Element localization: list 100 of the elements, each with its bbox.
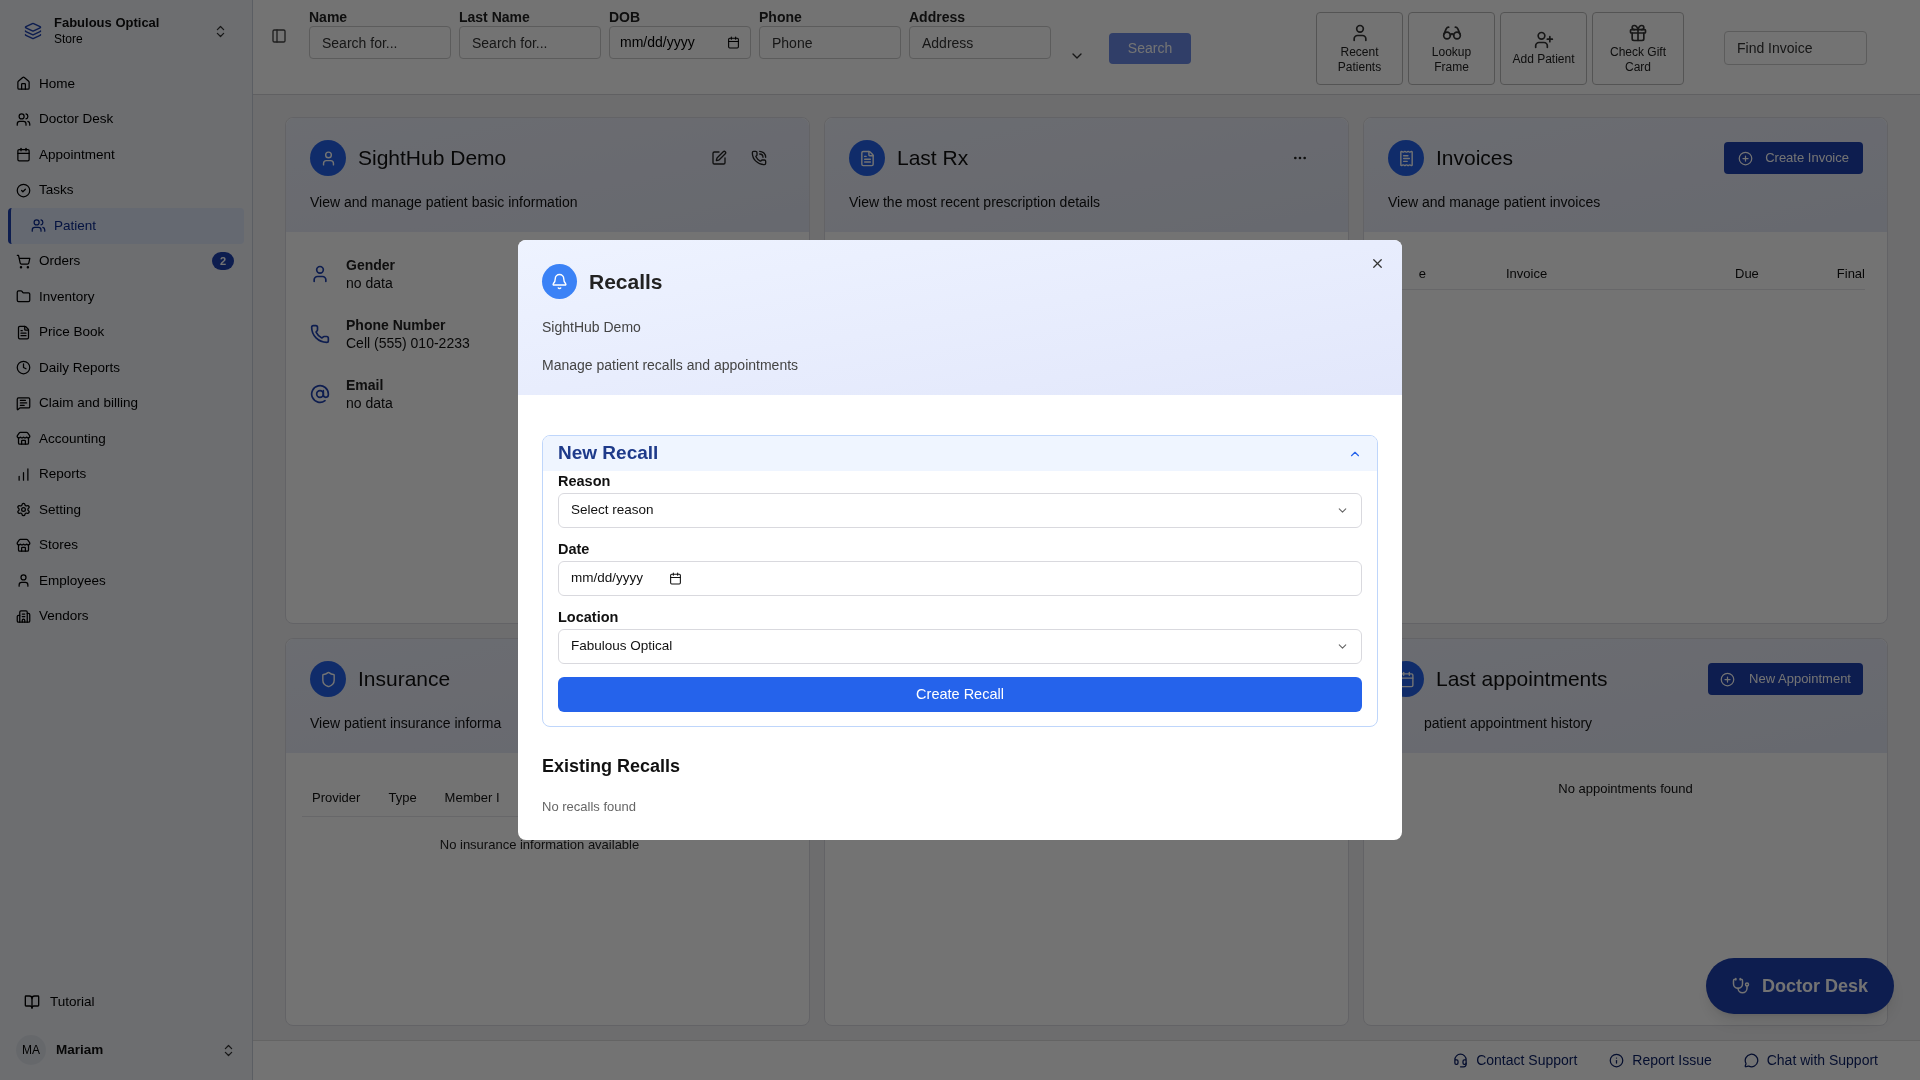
card-description: View and manage patient invoices [1388, 194, 1601, 210]
sidebar-item[interactable]: Orders 2 [8, 243, 244, 279]
phone-icon [310, 324, 330, 344]
footer-link[interactable]: Chat with Support [1743, 1050, 1878, 1071]
phone-icon[interactable] [751, 150, 767, 166]
card-description: View and manage patient basic information [310, 194, 578, 210]
at-sign-icon [310, 384, 330, 404]
sidebar-item[interactable]: Price Book [8, 314, 244, 350]
chat-icon [16, 395, 31, 411]
quick-action-button[interactable]: Check Gift Card [1592, 12, 1684, 85]
receipt-icon [1388, 140, 1424, 176]
bar-chart-icon [16, 466, 31, 482]
find-invoice-field[interactable]: Find Invoice [1724, 31, 1867, 65]
footer-link[interactable]: Contact Support [1453, 1050, 1578, 1071]
field-label: DOB [609, 8, 642, 26]
search-field[interactable]: Address [909, 26, 1051, 59]
card-title: Last appointments [1436, 666, 1609, 693]
field-value: no data [346, 394, 393, 412]
footer-link[interactable]: Report Issue [1609, 1050, 1712, 1071]
column-header: e [1417, 264, 1426, 283]
check-circle-icon [16, 182, 31, 198]
sidebar-item[interactable]: Vendors [8, 598, 244, 634]
new-appointment-button[interactable]: New Appointment [1708, 663, 1863, 695]
search-field[interactable]: Search for... [459, 26, 601, 59]
search-field[interactable]: Phone [759, 26, 901, 59]
book-icon [24, 994, 40, 1010]
edit-icon[interactable] [711, 150, 727, 166]
field-value: Cell (555) 010-2233 [346, 334, 470, 352]
users-icon [31, 218, 46, 234]
field-label: Name [309, 8, 349, 26]
sidebar-item[interactable]: Setting [8, 492, 244, 528]
date-field[interactable]: mm/dd/yyyy [609, 26, 751, 59]
column-header: Provider [312, 788, 361, 807]
create-invoice-button[interactable]: Create Invoice [1724, 142, 1863, 174]
card-title: SightHub Demo [358, 145, 508, 172]
card-title: Last Rx [897, 145, 970, 172]
sidebar-item[interactable]: Appointment [8, 137, 244, 173]
field-value: no data [346, 274, 394, 292]
plus-icon [1738, 150, 1754, 166]
sidebar-item[interactable]: Patient [8, 208, 244, 244]
info-icon [1609, 1053, 1625, 1068]
patient-name: SightHub Demo [542, 319, 641, 335]
search-field[interactable]: Search for... [309, 26, 451, 59]
location-select[interactable]: Fabulous Optical [558, 629, 1362, 664]
dialog-description: Manage patient recalls and appointments [542, 357, 799, 373]
card-description: View the most recent prescription details [849, 194, 1101, 210]
bell-icon [542, 264, 577, 299]
quick-action-button[interactable]: Recent Patients [1316, 12, 1403, 85]
panel-header[interactable]: New Recall [543, 436, 1377, 471]
sidebar-item[interactable]: Stores [8, 527, 244, 563]
clock-icon [16, 360, 31, 376]
calendar-icon[interactable] [669, 572, 682, 585]
field-label: Phone Number [346, 316, 447, 334]
sidebar-item[interactable]: Reports [8, 456, 244, 492]
sidebar-item[interactable]: Home [8, 66, 244, 102]
store-icon [16, 431, 31, 447]
headset-icon [1453, 1053, 1469, 1068]
doctor-desk-button[interactable]: Doctor Desk [1705, 958, 1894, 1014]
users-icon [16, 111, 31, 127]
card-title: Invoices [1436, 145, 1515, 172]
user-avatar: MA [16, 1035, 46, 1065]
reason-select[interactable]: Select reason [558, 493, 1362, 528]
building-icon [16, 608, 31, 624]
empty-message: No insurance information available [439, 836, 640, 854]
dialog-title: Recalls [589, 268, 663, 295]
card-description: patient appointment history [1424, 715, 1593, 731]
column-header: Member I [444, 788, 500, 807]
store-type: Store [54, 31, 84, 47]
sidebar-item[interactable]: Accounting [8, 421, 244, 457]
empty-message: No appointments found [1558, 780, 1693, 798]
field-label: Email [346, 376, 385, 394]
sidebar-item[interactable]: Inventory [8, 279, 244, 315]
field-label: Location [558, 608, 620, 627]
tutorial-link[interactable]: Tutorial [0, 984, 252, 1020]
create-recall-button[interactable]: Create Recall [558, 677, 1362, 712]
cart-icon [16, 253, 31, 269]
sidebar-item[interactable]: Employees [8, 563, 244, 599]
empty-message: No recalls found [542, 799, 636, 814]
store-logo-icon [24, 22, 42, 40]
sidebar-toggle-icon[interactable] [271, 28, 287, 44]
quick-action-button[interactable]: Lookup Frame [1408, 12, 1495, 85]
file-icon [16, 324, 31, 340]
sidebar-item[interactable]: Doctor Desk [8, 101, 244, 137]
date-field[interactable]: mm/dd/yyyy [558, 561, 1362, 596]
store-icon [16, 537, 31, 553]
column-header: Invoice [1506, 264, 1549, 283]
user-icon [310, 140, 346, 176]
user-icon [310, 264, 330, 284]
document-icon [849, 140, 885, 176]
chat-icon [1743, 1053, 1759, 1068]
store-name: Fabulous Optical [54, 15, 161, 32]
search-button[interactable]: Search [1109, 33, 1191, 64]
sidebar-item[interactable]: Tasks [8, 172, 244, 208]
shield-icon [310, 661, 346, 697]
sidebar-item[interactable]: Daily Reports [8, 350, 244, 386]
quick-action-button[interactable]: Add Patient [1500, 12, 1587, 85]
sidebar-item[interactable]: Claim and billing [8, 385, 244, 421]
home-icon [16, 76, 31, 92]
plus-icon [1720, 671, 1736, 687]
field-label: Date [558, 540, 591, 559]
